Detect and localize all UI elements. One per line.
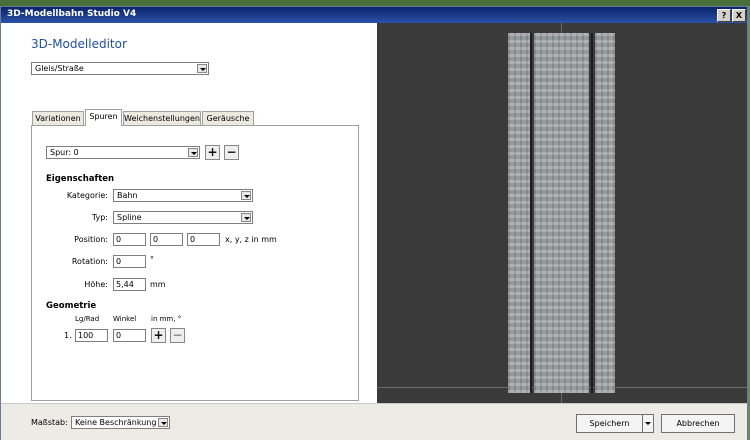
track-bed-right [595,33,615,393]
chevron-down-icon [645,422,651,425]
rail-left [530,33,532,393]
chevron-down-icon [188,148,198,157]
geometrie-col-unit: in mm, ° [151,315,182,323]
footer-bar: Maßstab: Keine Beschränkung Speichern Ab… [1,403,747,440]
spuren-tab-panel: Spur: 0 + − Eigenschaften Kategorie: Bah… [31,125,359,401]
help-button[interactable]: ? [717,9,731,22]
rotation-input[interactable]: 0 [113,255,146,268]
tab-weichenstellungen[interactable]: Weichenstellungen [123,111,201,125]
typ-label: Typ: [91,213,108,222]
remove-spur-button[interactable]: − [224,145,239,160]
geometrie-col-winkel: Winkel [113,315,137,323]
position-label: Position: [74,235,108,244]
model-type-select[interactable]: Gleis/Straße [31,62,209,75]
track-bed-center [534,33,589,393]
save-button[interactable]: Speichern [576,414,643,433]
tab-spuren[interactable]: Spuren [85,109,122,126]
remove-segment-button[interactable]: − [170,328,185,343]
kategorie-label: Kategorie: [66,191,108,200]
typ-value: Spline [117,213,142,222]
window-title: 3D-Modellbahn Studio V4 [7,9,137,19]
geometrie-col-lgrad: Lg/Rad [75,315,100,323]
save-options-button[interactable] [642,414,654,433]
hoehe-unit: mm [150,280,166,289]
geometrie-heading: Geometrie [46,301,97,311]
model-type-value: Gleis/Straße [35,64,84,73]
position-y-input[interactable]: 0 [150,233,183,246]
position-unit: x, y, z in mm [225,235,277,244]
title-bar: 3D-Modellbahn Studio V4 ? X [1,7,747,23]
spur-value: Spur: 0 [50,148,79,157]
winkel-input[interactable]: 0 [113,329,146,342]
tab-geraeusche[interactable]: Geräusche [202,111,254,125]
chevron-down-icon [158,418,168,427]
massstab-label: Maßstab: [31,418,68,427]
tab-variationen[interactable]: Variationen [32,111,84,125]
rotation-unit: ° [150,255,154,264]
massstab-value: Keine Beschränkung [75,418,157,427]
editor-panel: 3D-Modelleditor Gleis/Straße Variationen… [1,23,377,403]
kategorie-value: Bahn [117,191,138,200]
add-spur-button[interactable]: + [205,145,220,160]
modelleditor-window: 3D-Modellbahn Studio V4 ? X 3D-Modelledi… [0,6,748,440]
hoehe-input[interactable]: 5,44 [113,278,146,291]
rotation-label: Rotation: [71,257,108,266]
lgrad-input[interactable]: 100 [75,329,108,342]
kategorie-select[interactable]: Bahn [113,189,253,202]
eigenschaften-heading: Eigenschaften [46,174,115,184]
page-title: 3D-Modelleditor [31,37,127,51]
track-bed-left [508,33,530,393]
chevron-down-icon [197,64,207,73]
hoehe-label: Höhe: [84,280,108,289]
position-z-input[interactable]: 0 [187,233,220,246]
massstab-select[interactable]: Keine Beschränkung [71,416,170,429]
add-segment-button[interactable]: + [151,328,166,343]
rail-right [591,33,593,393]
position-x-input[interactable]: 0 [113,233,146,246]
cancel-button[interactable]: Abbrechen [661,414,735,433]
3d-preview-viewport[interactable] [377,23,747,403]
close-button[interactable]: X [732,9,746,22]
spur-select[interactable]: Spur: 0 [46,146,200,159]
typ-select[interactable]: Spline [113,211,253,224]
chevron-down-icon [241,191,251,200]
geometrie-row-index: 1. [64,331,72,340]
chevron-down-icon [241,213,251,222]
